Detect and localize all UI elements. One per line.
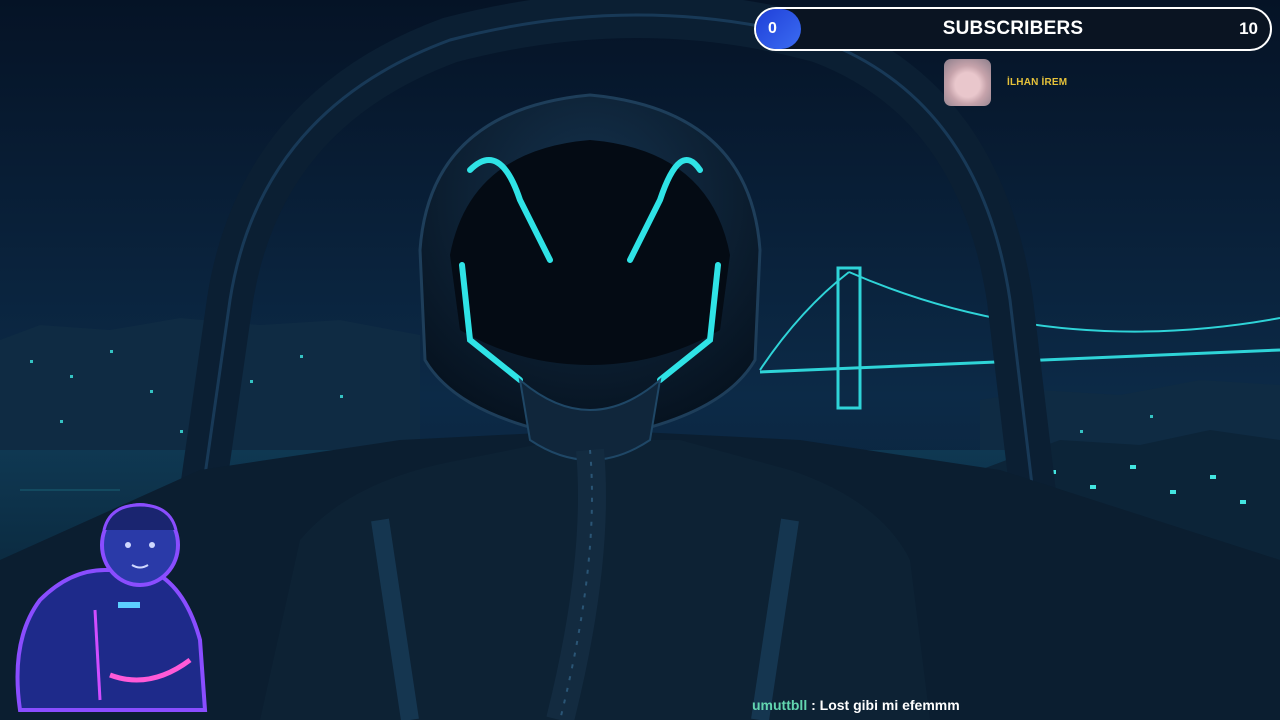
recent-subscriber: İLHAN İREM bbox=[944, 58, 1067, 106]
stream-background-artwork bbox=[0, 0, 1280, 720]
avatar bbox=[944, 58, 991, 106]
chat-separator: : bbox=[811, 697, 816, 713]
subscriber-goal-target: 10 bbox=[1239, 19, 1258, 38]
subscriber-current-count: 0 bbox=[756, 9, 801, 49]
chat-message-text: Lost gibi mi efemmm bbox=[819, 697, 960, 713]
subscriber-goal-widget: SUBSCRIBERS 0 10 bbox=[754, 7, 1272, 51]
chat-username: umuttbll bbox=[752, 697, 808, 713]
recent-subscriber-name: İLHAN İREM bbox=[1007, 76, 1068, 88]
chat-message: umuttbll : Lost gibi mi efemmm bbox=[752, 697, 960, 713]
subscriber-goal-title: SUBSCRIBERS bbox=[942, 18, 1084, 39]
